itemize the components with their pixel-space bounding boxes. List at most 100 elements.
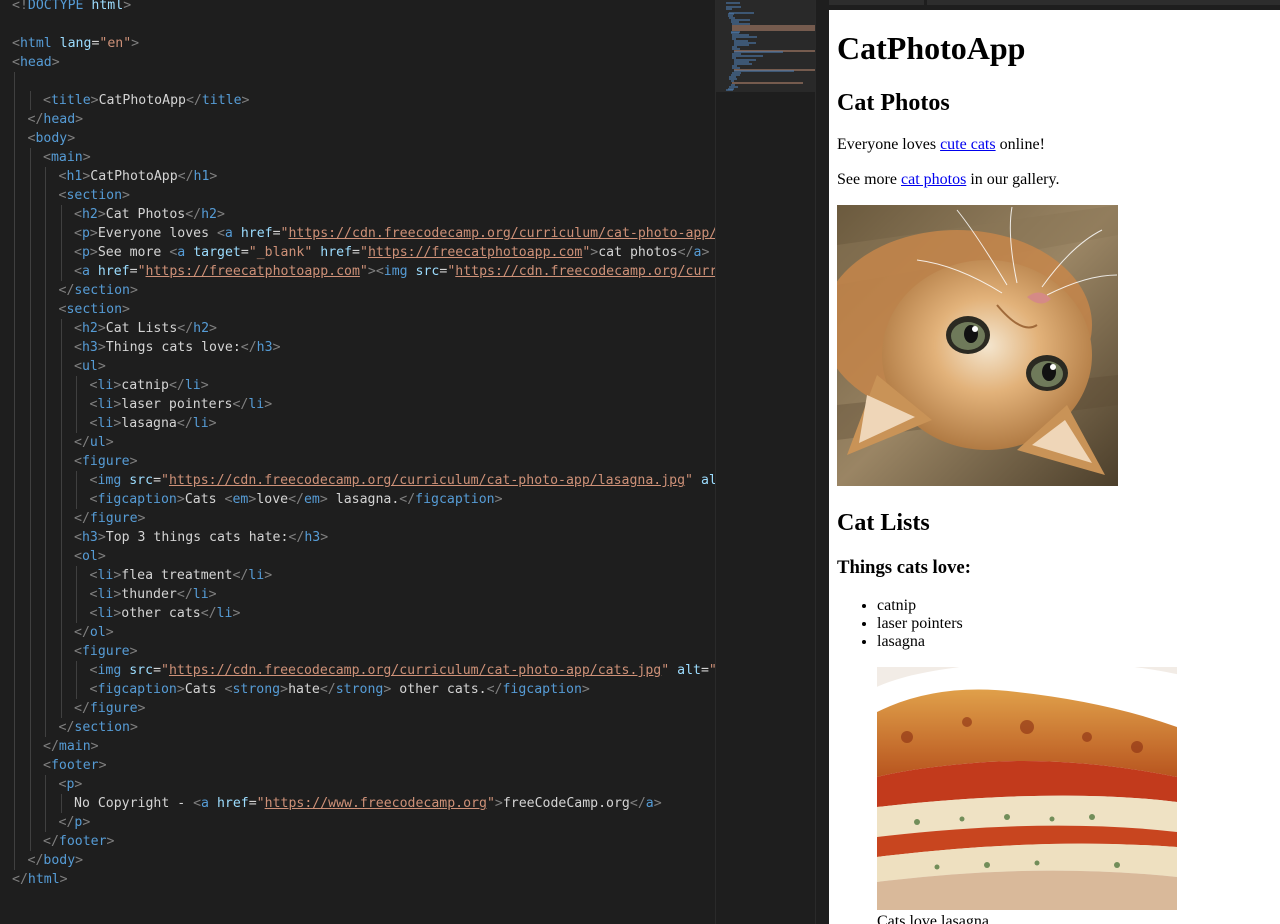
indent-guide bbox=[29, 699, 31, 718]
code-line[interactable]: <h2>Cat Lists</h2> bbox=[74, 319, 217, 338]
code-token: = bbox=[272, 226, 281, 241]
code-line[interactable]: <p> bbox=[59, 775, 83, 794]
indent-guide bbox=[45, 357, 46, 376]
code-token: figcaption bbox=[502, 682, 582, 697]
code-line[interactable]: <title>CatPhotoApp</title> bbox=[43, 91, 250, 110]
code-token: > bbox=[320, 530, 329, 545]
code-line[interactable]: <p>Everyone loves <a href="https://cdn.f… bbox=[74, 224, 715, 243]
code-line[interactable]: <body> bbox=[28, 129, 76, 148]
code-line[interactable]: <a href="https://freecatphotoapp.com"><i… bbox=[74, 262, 715, 281]
code-line[interactable]: <footer> bbox=[43, 756, 107, 775]
code-line[interactable]: <p>See more <a target="_blank" href="htt… bbox=[74, 243, 715, 262]
code-token: Top 3 things cats hate: bbox=[105, 530, 289, 545]
indent-guide bbox=[29, 433, 31, 452]
code-line[interactable]: <li>lasagna</li> bbox=[90, 414, 217, 433]
code-line[interactable]: </footer> bbox=[43, 832, 114, 851]
code-token: h3 bbox=[81, 530, 98, 545]
code-token: alt bbox=[677, 663, 701, 678]
code-token: alt bbox=[700, 473, 715, 488]
indent-guide bbox=[14, 129, 15, 148]
list-item: catnip bbox=[877, 597, 1280, 615]
code-token: > bbox=[264, 397, 273, 412]
code-line[interactable]: <h3>Top 3 things cats hate:</h3> bbox=[74, 528, 328, 547]
code-line[interactable]: <img src="https://cdn.freecodecamp.org/c… bbox=[90, 661, 716, 680]
relaxing-cat-image-link[interactable] bbox=[837, 205, 1118, 486]
code-token: laser pointers bbox=[121, 397, 233, 412]
code-line[interactable]: <h1>CatPhotoApp</h1> bbox=[59, 167, 218, 186]
code-line[interactable]: <li>laser pointers</li> bbox=[90, 395, 273, 414]
indent-guide bbox=[14, 281, 15, 300]
code-line[interactable]: </body> bbox=[28, 851, 84, 870]
code-token: li bbox=[97, 378, 114, 393]
code-token: " bbox=[359, 264, 368, 279]
code-line[interactable]: </p> bbox=[59, 813, 91, 832]
list-item: lasagna bbox=[877, 633, 1280, 651]
code-line[interactable]: </figure> bbox=[74, 699, 145, 718]
code-token: href bbox=[320, 245, 353, 260]
code-line[interactable]: <h2>Cat Photos</h2> bbox=[74, 205, 225, 224]
code-line[interactable]: <li>other cats</li> bbox=[90, 604, 241, 623]
code-line[interactable]: <li>catnip</li> bbox=[90, 376, 209, 395]
indent-guide bbox=[29, 319, 31, 338]
indent-guide bbox=[29, 642, 31, 661]
code-token: = bbox=[153, 473, 162, 488]
code-line[interactable]: <head> bbox=[12, 53, 60, 72]
code-line[interactable]: <figcaption>Cats <em>love</em> lasagna.<… bbox=[90, 490, 503, 509]
code-token: https://cdn.freecodecamp.org/curriculum/… bbox=[168, 473, 686, 488]
indent-guide bbox=[29, 167, 31, 186]
indent-guide bbox=[14, 547, 15, 566]
code-line[interactable]: <li>flea treatment</li> bbox=[90, 566, 273, 585]
minimap[interactable] bbox=[715, 0, 822, 924]
cute-cats-link[interactable]: cute cats bbox=[940, 136, 996, 153]
code-token: > bbox=[216, 207, 225, 222]
code-token: < bbox=[74, 530, 82, 545]
indent-guide bbox=[14, 813, 15, 832]
code-line[interactable]: </section> bbox=[59, 281, 138, 300]
code-line[interactable]: <section> bbox=[59, 300, 130, 319]
indent-guide bbox=[76, 490, 77, 509]
code-line[interactable]: <ol> bbox=[74, 547, 106, 566]
indent-guide bbox=[45, 680, 46, 699]
code-line[interactable]: No Copyright - <a href="https://www.free… bbox=[74, 794, 662, 813]
code-token: > bbox=[137, 701, 146, 716]
relaxing-cat-image bbox=[837, 205, 1118, 486]
editor-vertical-scrollbar[interactable] bbox=[815, 0, 829, 924]
code-token: > bbox=[653, 796, 662, 811]
code-line[interactable]: <html lang="en"> bbox=[12, 34, 139, 53]
code-token: " bbox=[661, 663, 670, 678]
indent-guide bbox=[60, 452, 62, 471]
code-line[interactable]: <!DOCTYPE html> bbox=[12, 0, 131, 15]
code-token: > bbox=[129, 454, 138, 469]
code-line[interactable]: <ul> bbox=[74, 357, 106, 376]
indent-guide bbox=[14, 205, 15, 224]
code-line[interactable]: <figure> bbox=[74, 452, 138, 471]
code-token: footer bbox=[50, 758, 99, 773]
browser-preview[interactable]: CatPhotoApp Cat Photos Everyone loves cu… bbox=[829, 10, 1280, 924]
code-line[interactable]: </html> bbox=[12, 870, 68, 889]
code-token: ul bbox=[81, 359, 98, 374]
indent-guide bbox=[60, 433, 62, 452]
code-token: = bbox=[352, 245, 360, 260]
code-line[interactable]: <h3>Things cats love:</h3> bbox=[74, 338, 281, 357]
code-token: footer bbox=[58, 834, 107, 849]
code-line[interactable]: </head> bbox=[28, 110, 84, 129]
indent-guide bbox=[29, 623, 31, 642]
code-token: section bbox=[74, 283, 130, 298]
code-line[interactable]: <li>thunder</li> bbox=[90, 585, 217, 604]
code-line[interactable]: <main> bbox=[43, 148, 91, 167]
cat-photos-link[interactable]: cat photos bbox=[901, 171, 966, 188]
code-line[interactable]: </ul> bbox=[74, 433, 114, 452]
code-line[interactable]: </main> bbox=[43, 737, 99, 756]
code-line[interactable]: </ol> bbox=[74, 623, 114, 642]
code-editor[interactable]: <!DOCTYPE html> <html lang="en"> <head> <ti… bbox=[0, 0, 715, 924]
code-line[interactable]: </section> bbox=[59, 718, 138, 737]
code-token: </ bbox=[43, 834, 59, 849]
code-token: Cats bbox=[184, 492, 225, 507]
code-line[interactable]: <section> bbox=[59, 186, 130, 205]
code-line[interactable]: <figure> bbox=[74, 642, 138, 661]
code-line[interactable]: <img src="https://cdn.freecodecamp.org/c… bbox=[90, 471, 716, 490]
indent-guide bbox=[76, 585, 77, 604]
code-line[interactable]: </figure> bbox=[74, 509, 145, 528]
code-token: </ bbox=[486, 682, 503, 697]
code-line[interactable]: <figcaption>Cats <strong>hate</strong> o… bbox=[90, 680, 590, 699]
